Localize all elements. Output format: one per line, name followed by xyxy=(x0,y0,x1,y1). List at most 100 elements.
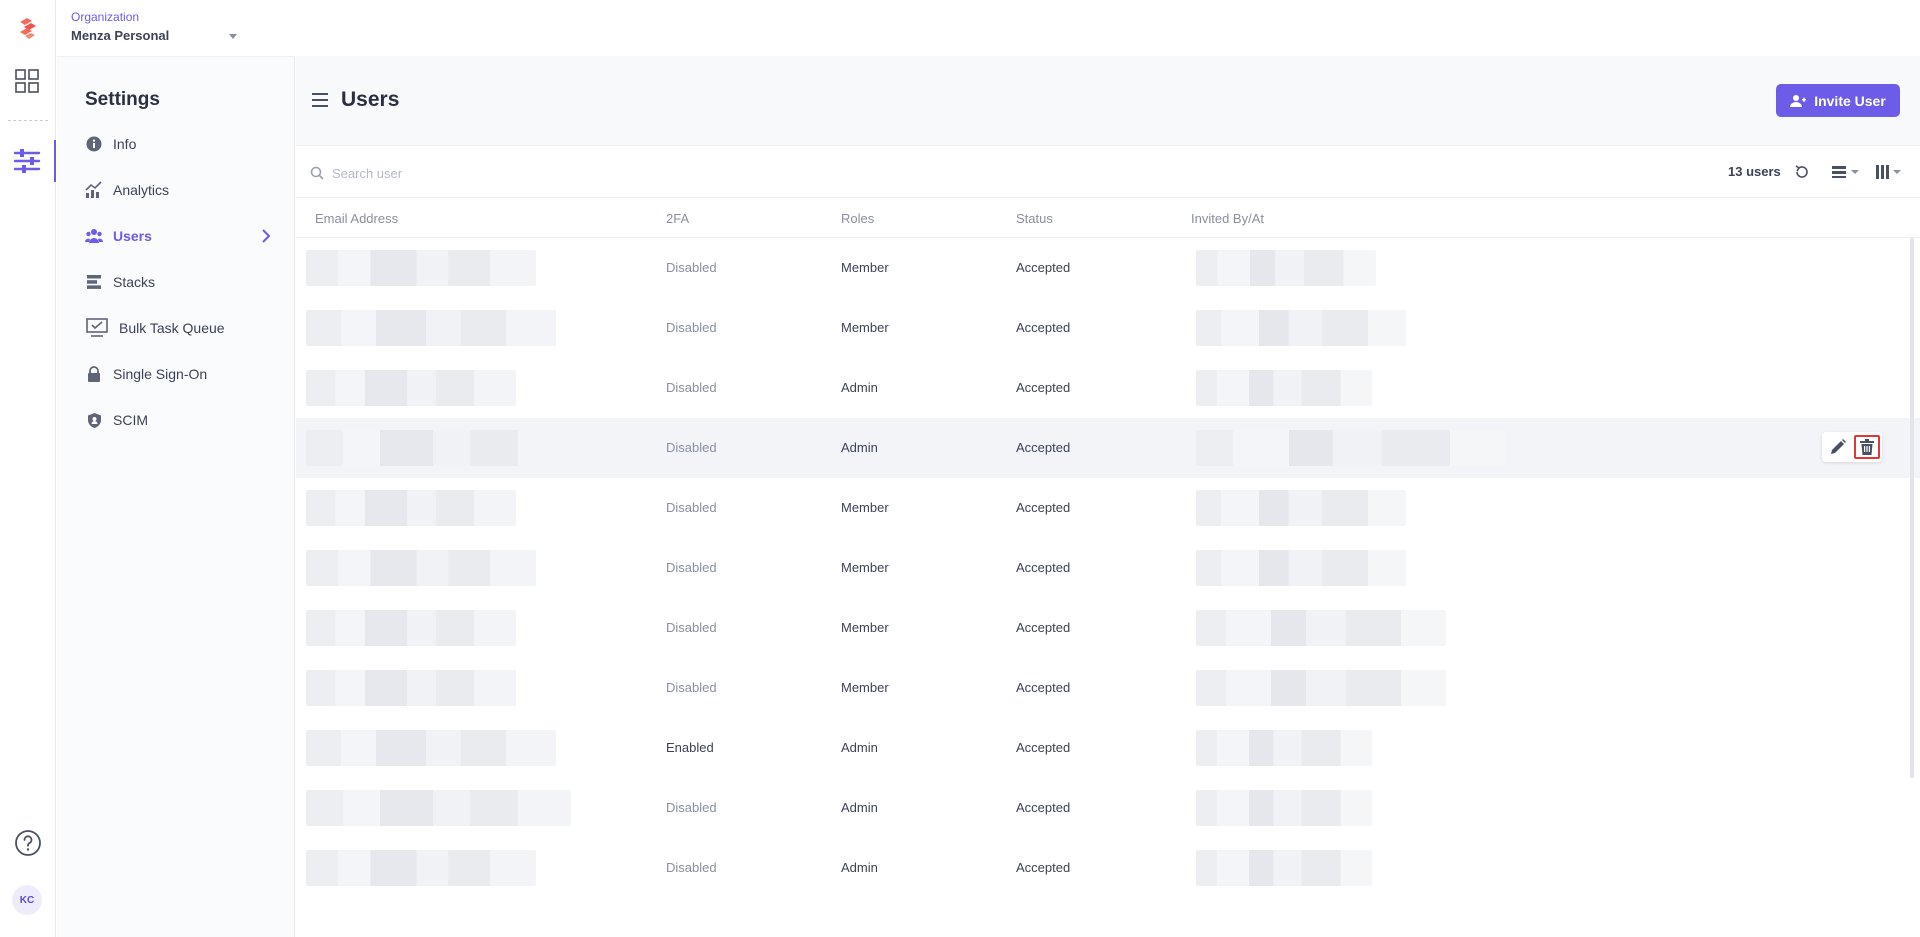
table-row[interactable]: Disabled Member Accepted xyxy=(296,658,1920,718)
sidebar-item-analytics[interactable]: Analytics xyxy=(85,175,275,205)
twofa-cell: Enabled xyxy=(666,740,714,755)
role-cell: Admin xyxy=(841,800,878,815)
dashboard-grid-icon[interactable] xyxy=(14,68,40,94)
redacted-invited-by xyxy=(1196,430,1506,466)
organization-selector[interactable]: Organization Menza Personal xyxy=(71,10,241,50)
redacted-email xyxy=(306,250,536,286)
sidebar-item-label: SCIM xyxy=(113,412,148,428)
redacted-email xyxy=(306,730,556,766)
table-row[interactable]: Disabled Admin Accepted xyxy=(296,358,1920,418)
redacted-invited-by xyxy=(1196,250,1376,286)
sidebar-item-label: Users xyxy=(113,228,152,244)
table-row[interactable]: Disabled Member Accepted xyxy=(296,598,1920,658)
role-cell: Admin xyxy=(841,860,878,875)
twofa-cell: Disabled xyxy=(666,680,717,695)
role-cell: Member xyxy=(841,560,889,575)
twofa-cell: Disabled xyxy=(666,440,717,455)
column-header-email[interactable]: Email Address xyxy=(315,211,398,226)
status-cell: Accepted xyxy=(1016,800,1071,815)
redacted-invited-by xyxy=(1196,610,1446,646)
table-header: Email Address 2FA Roles Status Invited B… xyxy=(296,198,1920,238)
status-cell: Accepted xyxy=(1016,560,1071,575)
user-avatar[interactable]: KC xyxy=(12,885,42,915)
columns-button[interactable] xyxy=(1876,162,1904,182)
twofa-cell: Disabled xyxy=(666,320,717,335)
twofa-cell: Disabled xyxy=(666,620,717,635)
role-cell: Member xyxy=(841,500,889,515)
redacted-email xyxy=(306,670,516,706)
refresh-icon xyxy=(1795,165,1808,178)
table-row[interactable]: Disabled Member Accepted xyxy=(296,298,1920,358)
table-row[interactable]: Disabled Member Accepted xyxy=(296,538,1920,598)
sidebar-item-label: Stacks xyxy=(113,274,156,290)
sidebar-item-label: Analytics xyxy=(113,182,170,198)
sidebar-item-users[interactable]: Users xyxy=(85,221,275,251)
role-cell: Member xyxy=(841,620,889,635)
search-input[interactable] xyxy=(330,164,710,182)
status-cell: Accepted xyxy=(1016,680,1071,695)
redacted-email xyxy=(306,430,571,466)
user-count: 13 users xyxy=(1728,164,1781,179)
app-logo-icon[interactable] xyxy=(14,14,42,42)
help-icon[interactable] xyxy=(13,828,43,858)
redacted-email xyxy=(306,850,536,886)
table-row[interactable]: Enabled Admin Accepted xyxy=(296,718,1920,778)
rail-divider xyxy=(8,120,48,121)
status-cell: Accepted xyxy=(1016,380,1071,395)
sidebar-item-label: Single Sign-On xyxy=(113,366,208,382)
table-row[interactable]: Disabled Admin Accepted xyxy=(296,838,1920,898)
users-panel: Users Invite User 13 users Email Address… xyxy=(296,56,1920,937)
role-cell: Member xyxy=(841,320,889,335)
add-user-icon xyxy=(1790,94,1807,107)
refresh-button[interactable] xyxy=(1794,162,1810,182)
chevron-right-icon xyxy=(262,229,271,243)
settings-sliders-icon[interactable] xyxy=(12,146,42,176)
info-icon xyxy=(85,135,103,153)
column-header-roles[interactable]: Roles xyxy=(841,211,874,226)
users-icon xyxy=(85,227,103,245)
redacted-email xyxy=(306,550,536,586)
redacted-email xyxy=(306,490,516,526)
page-header: Users Invite User xyxy=(296,56,1920,146)
role-cell: Member xyxy=(841,680,889,695)
organization-name: Menza Personal xyxy=(71,28,170,43)
row-density-icon xyxy=(1832,166,1859,178)
row-density-button[interactable] xyxy=(1832,162,1862,182)
role-cell: Admin xyxy=(841,740,878,755)
invite-user-button[interactable]: Invite User xyxy=(1776,84,1900,117)
role-cell: Admin xyxy=(841,380,878,395)
redacted-invited-by xyxy=(1196,730,1372,766)
redacted-email xyxy=(306,370,516,406)
sidebar-item-single-sign-on[interactable]: Single Sign-On xyxy=(85,359,275,389)
status-cell: Accepted xyxy=(1016,260,1071,275)
row-actions xyxy=(1822,432,1882,462)
table-row[interactable]: Disabled Admin Accepted xyxy=(296,778,1920,838)
twofa-cell: Disabled xyxy=(666,800,717,815)
redacted-invited-by xyxy=(1196,490,1406,526)
sidebar-title: Settings xyxy=(85,89,160,110)
table-scrollbar[interactable] xyxy=(1910,238,1914,778)
sidebar-item-info[interactable]: Info xyxy=(85,129,275,159)
column-header-2fa[interactable]: 2FA xyxy=(666,211,689,226)
invite-user-label: Invite User xyxy=(1814,92,1886,109)
table-row[interactable]: Disabled Member Accepted xyxy=(296,238,1920,298)
hamburger-menu-icon[interactable] xyxy=(312,93,328,107)
sidebar-item-bulk-task-queue[interactable]: Bulk Task Queue xyxy=(85,313,275,343)
redacted-email xyxy=(306,310,556,346)
twofa-cell: Disabled xyxy=(666,860,717,875)
users-table-body: Disabled Member Accepted Disabled Member… xyxy=(296,238,1920,898)
caret-down-icon xyxy=(229,34,237,39)
column-header-invited[interactable]: Invited By/At xyxy=(1191,211,1264,226)
delete-button[interactable] xyxy=(1854,435,1880,459)
trash-icon xyxy=(1860,439,1874,455)
redacted-invited-by xyxy=(1196,790,1372,826)
status-cell: Accepted xyxy=(1016,440,1071,455)
twofa-cell: Disabled xyxy=(666,260,717,275)
column-header-status[interactable]: Status xyxy=(1016,211,1053,226)
table-row-hovered[interactable]: Disabled Admin Accepted xyxy=(296,418,1920,478)
edit-pencil-icon[interactable] xyxy=(1829,438,1847,456)
status-cell: Accepted xyxy=(1016,740,1071,755)
sidebar-item-stacks[interactable]: Stacks xyxy=(85,267,275,297)
table-row[interactable]: Disabled Member Accepted xyxy=(296,478,1920,538)
sidebar-item-scim[interactable]: SCIM xyxy=(85,405,275,435)
